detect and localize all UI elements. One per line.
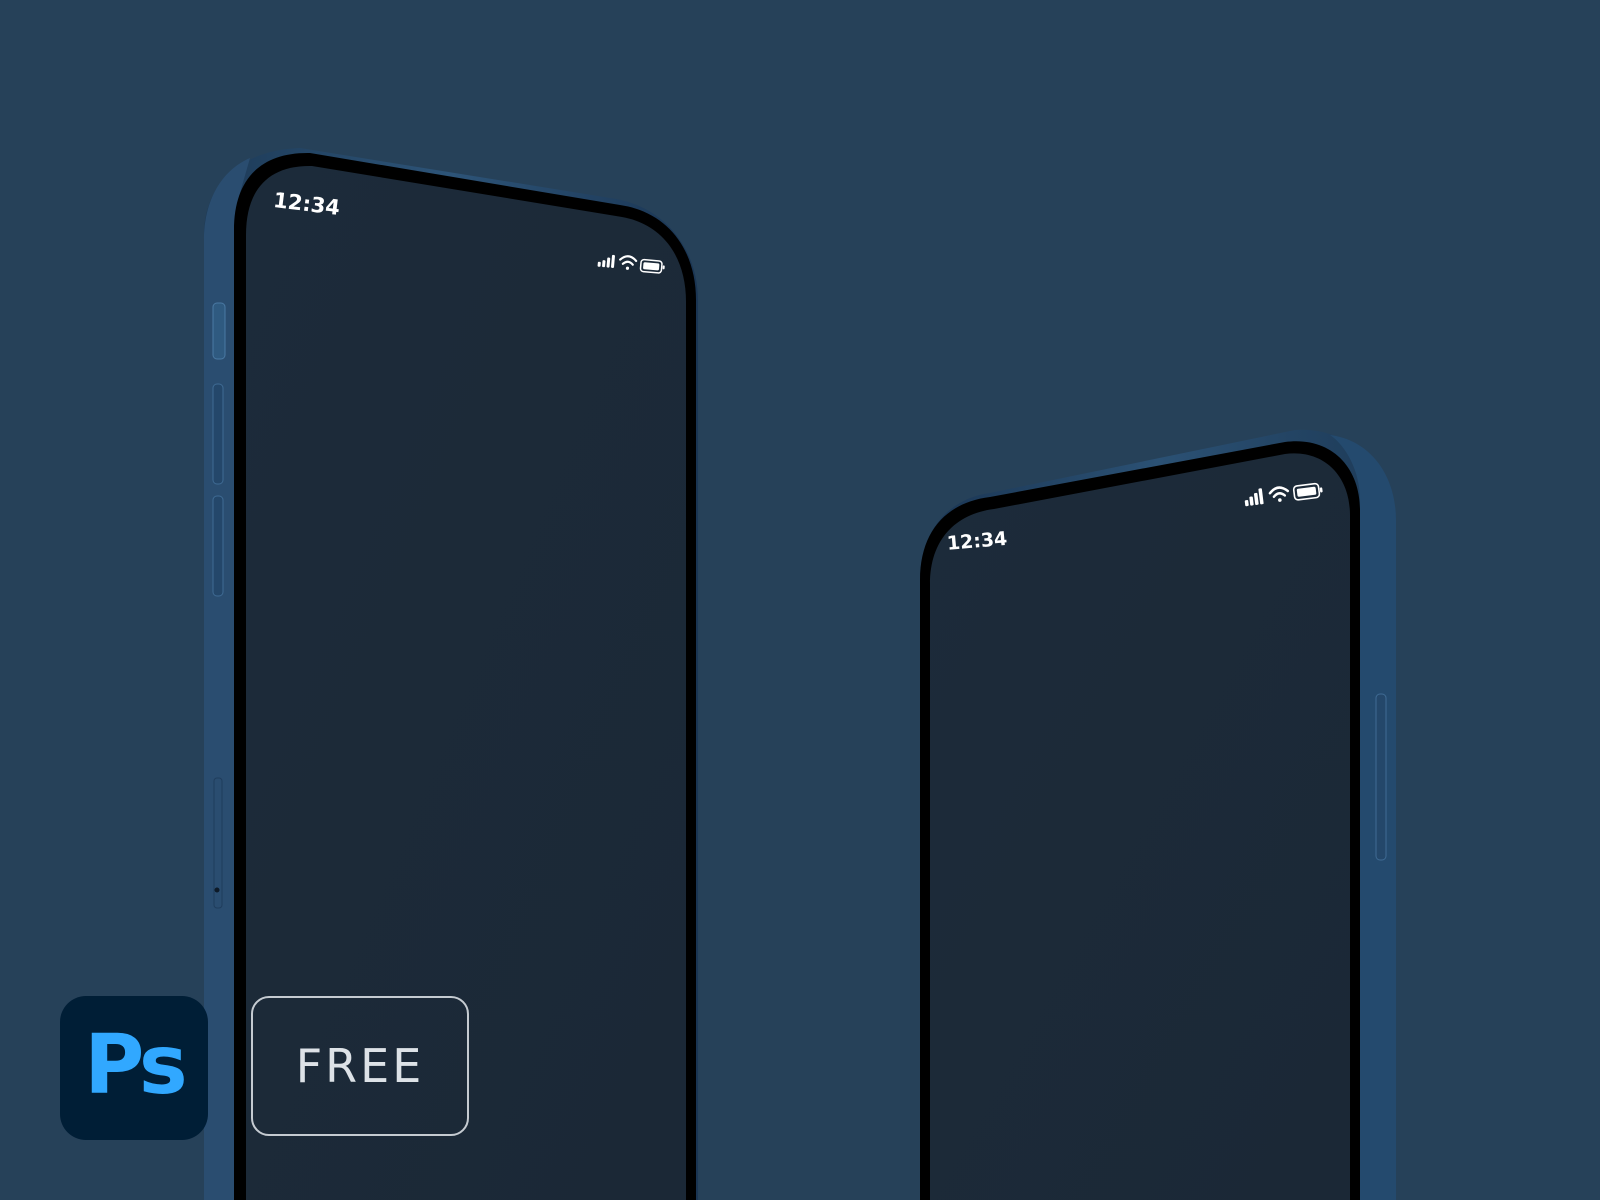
phone-right-power-button (1375, 693, 1387, 861)
photoshop-logo-text: Ps (84, 1018, 187, 1113)
phone-left-sim-pin (214, 887, 220, 893)
photoshop-logo: Ps (60, 996, 208, 1140)
phone-left-volume-up-button (212, 383, 224, 485)
phone-left-mute-switch (212, 302, 226, 360)
free-badge-label: FREE (295, 1039, 425, 1093)
phone-right-screen (930, 453, 1350, 1200)
mockup-scene (204, 148, 1396, 1200)
free-badge[interactable]: FREE (251, 996, 469, 1136)
phone-left-volume-down-button (212, 495, 224, 597)
